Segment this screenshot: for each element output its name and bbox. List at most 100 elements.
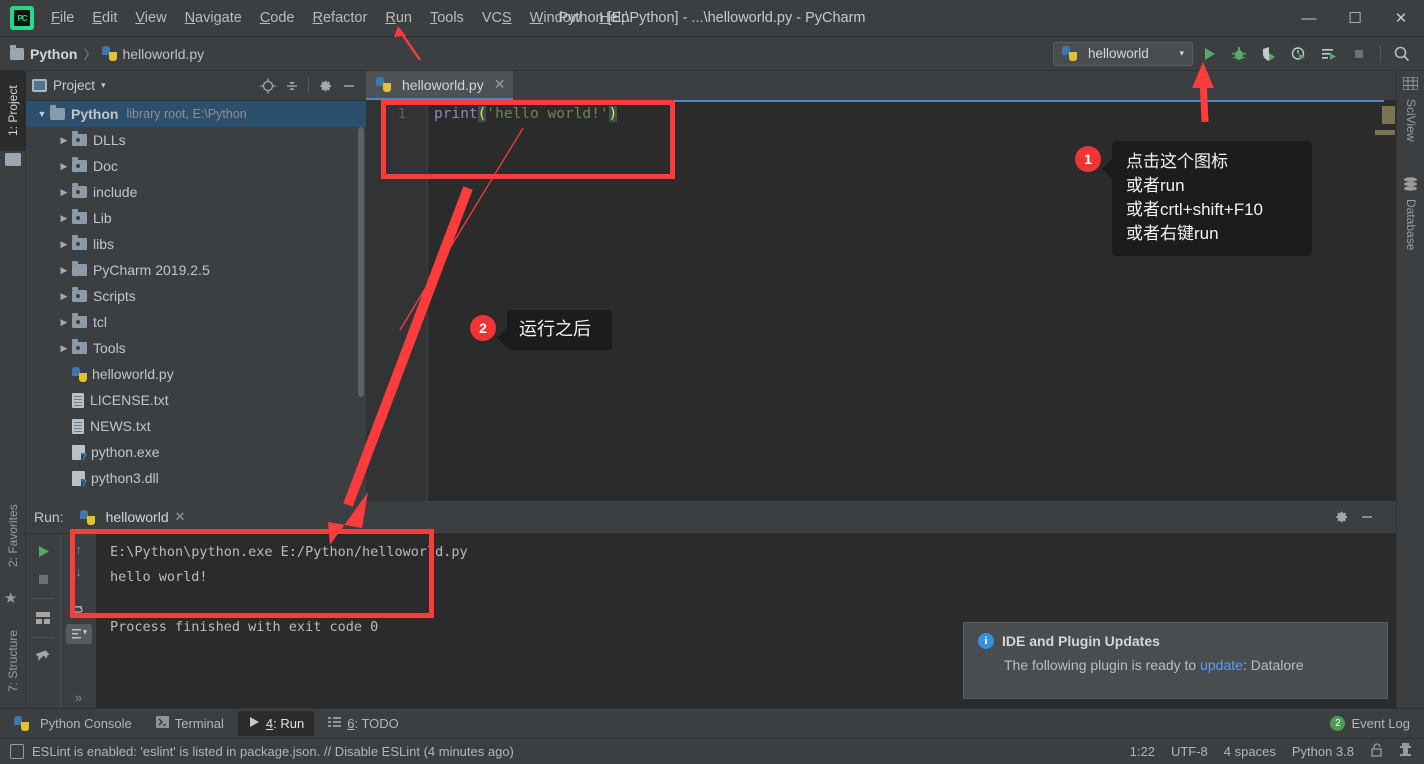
chevron-right-icon[interactable]: ▶ [56, 184, 72, 200]
bottom-tab-terminal[interactable]: Terminal [146, 711, 234, 736]
collapse-all-icon[interactable] [281, 75, 303, 97]
tree-row-dlls[interactable]: ▶ DLLs [26, 127, 366, 153]
tree-row-libs[interactable]: ▶ libs [26, 231, 366, 257]
minimize-button[interactable]: — [1286, 0, 1332, 36]
menu-tools[interactable]: Tools [421, 7, 473, 29]
bottom-tab-python-console[interactable]: Python Console [4, 711, 142, 736]
close-icon[interactable]: ✕ [494, 76, 506, 93]
chevron-right-icon[interactable]: ▶ [56, 132, 72, 148]
menu-run[interactable]: Run [376, 7, 421, 29]
profile-button[interactable] [1285, 40, 1313, 68]
project-tree-scrollbar[interactable] [358, 127, 364, 397]
tree-row-tcl[interactable]: ▶ tcl [26, 309, 366, 335]
run-settings-gear-icon[interactable] [1330, 506, 1352, 528]
breadcrumb-item-file[interactable]: helloworld.py [122, 46, 204, 62]
tree-row-doc[interactable]: ▶ Doc [26, 153, 366, 179]
bottom-tab-run[interactable]: 4: Run [238, 711, 314, 736]
tree-label: Doc [93, 158, 118, 174]
coverage-button[interactable] [1255, 40, 1283, 68]
run-button[interactable] [1195, 40, 1223, 68]
sidebar-tab-database[interactable]: Database [1397, 193, 1424, 256]
update-link[interactable]: update [1200, 657, 1243, 673]
interpreter-indicator[interactable]: Python 3.8 [1292, 744, 1354, 759]
tree-row-helloworld-py[interactable]: helloworld.py [26, 361, 366, 387]
rerun-icon[interactable] [30, 538, 56, 564]
menu-help[interactable]: Help [590, 7, 638, 29]
sidebar-tab-structure[interactable]: 7: Structure [0, 611, 26, 711]
run-tab-helloworld[interactable]: helloworld ✕ [72, 505, 194, 529]
tree-row-license-txt[interactable]: LICENSE.txt [26, 387, 366, 413]
event-log-area[interactable]: 2 Event Log [1330, 716, 1424, 731]
python-icon [14, 716, 29, 731]
tree-row-python3-dll[interactable]: python3.dll [26, 465, 366, 491]
caret-position[interactable]: 1:22 [1130, 744, 1155, 759]
tree-row-tools[interactable]: ▶ Tools [26, 335, 366, 361]
run-configuration-selector[interactable]: helloworld ▾ [1053, 42, 1193, 66]
breadcrumb-item-project[interactable]: Python [30, 46, 77, 62]
restore-layout-icon[interactable] [30, 605, 56, 631]
menu-edit[interactable]: Edit [83, 7, 126, 29]
menu-window[interactable]: Window [521, 7, 591, 29]
menu-vcs[interactable]: VCS [473, 7, 521, 29]
event-log-label[interactable]: Event Log [1351, 716, 1410, 731]
run-with-console-button[interactable] [1315, 40, 1343, 68]
lock-icon[interactable] [1370, 743, 1383, 760]
pycharm-logo-icon: PC [10, 6, 34, 30]
chevron-right-icon[interactable]: ▶ [56, 340, 72, 356]
settings-gear-icon[interactable] [314, 75, 336, 97]
chevron-down-icon[interactable]: ▾ [101, 80, 106, 91]
notification-body-suffix: : Datalore [1243, 657, 1304, 673]
editor-tab-helloworld[interactable]: helloworld.py ✕ [366, 71, 513, 100]
chevron-right-icon[interactable]: ▶ [56, 262, 72, 278]
sidebar-tab-favorites[interactable]: 2: Favorites [0, 486, 26, 586]
chevron-right-icon[interactable]: ▶ [56, 288, 72, 304]
pin-tab-icon[interactable] [30, 644, 56, 670]
close-icon[interactable]: ✕ [175, 509, 186, 525]
locate-icon[interactable] [257, 75, 279, 97]
editor-marker-bar[interactable] [1384, 100, 1396, 501]
tree-row-python-root[interactable]: ▼ Python library root, E:\Python [26, 101, 366, 127]
scroll-to-end-icon[interactable] [66, 624, 92, 644]
tree-row-lib[interactable]: ▶ Lib [26, 205, 366, 231]
marker-stripe[interactable] [1375, 130, 1395, 135]
bottom-tab-todo[interactable]: 6: TODO [318, 711, 409, 736]
debug-button[interactable] [1225, 40, 1253, 68]
menu-code[interactable]: Code [251, 7, 304, 29]
indent-indicator[interactable]: 4 spaces [1224, 744, 1276, 759]
inspection-icon[interactable] [1399, 743, 1412, 761]
sidebar-tab-sciview[interactable]: SciView [1397, 93, 1424, 147]
hide-panel-icon[interactable] [338, 75, 360, 97]
menu-view[interactable]: View [126, 7, 175, 29]
project-tree[interactable]: ▼ Python library root, E:\Python ▶ DLLs … [26, 101, 366, 501]
hide-run-panel-icon[interactable] [1356, 506, 1378, 528]
tree-row-python-exe[interactable]: python.exe [26, 439, 366, 465]
scrollbar-thumb[interactable] [1382, 106, 1395, 124]
sidebar-tab-favorites-label: 2: Favorites [6, 505, 20, 568]
sidebar-tab-project[interactable]: 1: Project [0, 71, 26, 151]
tree-row-pycharm[interactable]: ▶ PyCharm 2019.2.5 [26, 257, 366, 283]
close-button[interactable]: ✕ [1378, 0, 1424, 36]
chevron-right-icon[interactable]: ▶ [56, 314, 72, 330]
tree-row-news-txt[interactable]: NEWS.txt [26, 413, 366, 439]
stop-button[interactable] [1345, 40, 1373, 68]
search-everywhere-button[interactable] [1388, 40, 1416, 68]
menu-navigate[interactable]: Navigate [176, 7, 251, 29]
notification-popup[interactable]: i IDE and Plugin Updates The following p… [963, 622, 1388, 699]
tree-row-scripts[interactable]: ▶ Scripts [26, 283, 366, 309]
actions-divider-2 [32, 637, 54, 638]
chevron-right-icon[interactable]: ▶ [56, 158, 72, 174]
status-message[interactable]: ESLint is enabled: 'eslint' is listed in… [32, 744, 514, 759]
menu-refactor[interactable]: Refactor [304, 7, 377, 29]
stop-icon[interactable] [30, 566, 56, 592]
chevron-right-icon[interactable]: ▶ [56, 210, 72, 226]
more-actions-icon[interactable]: » [66, 686, 92, 708]
tree-row-include[interactable]: ▶ include [26, 179, 366, 205]
chevron-right-icon[interactable]: ▶ [56, 236, 72, 252]
python-icon [80, 510, 95, 525]
python-file-icon [102, 46, 117, 61]
menu-file[interactable]: File [42, 7, 83, 29]
folder-icon [72, 134, 87, 146]
encoding-indicator[interactable]: UTF-8 [1171, 744, 1208, 759]
maximize-button[interactable]: ☐ [1332, 0, 1378, 36]
chevron-down-icon[interactable]: ▼ [34, 106, 50, 122]
